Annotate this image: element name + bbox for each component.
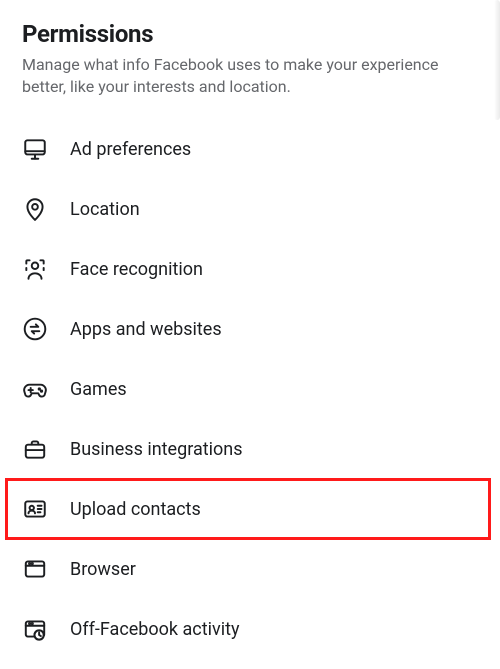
- gamepad-icon: [22, 376, 70, 402]
- scroll-edge-hint: [494, 0, 500, 120]
- item-label: Ad preferences: [70, 139, 191, 160]
- item-upload-contacts[interactable]: Upload contacts: [6, 479, 490, 539]
- item-off-facebook-activity[interactable]: Off-Facebook activity: [22, 599, 478, 659]
- briefcase-icon: [22, 436, 70, 462]
- item-games[interactable]: Games: [22, 359, 478, 419]
- item-browser[interactable]: Browser: [22, 539, 478, 599]
- face-recognition-icon: [22, 256, 70, 282]
- page-title: Permissions: [22, 20, 478, 48]
- item-face-recognition[interactable]: Face recognition: [22, 239, 478, 299]
- location-pin-icon: [22, 196, 70, 222]
- item-label: Location: [70, 199, 140, 220]
- item-label: Business integrations: [70, 439, 243, 460]
- item-label: Games: [70, 379, 127, 400]
- item-apps-websites[interactable]: Apps and websites: [22, 299, 478, 359]
- activity-clock-icon: [22, 616, 70, 642]
- monitor-icon: [22, 136, 70, 162]
- browser-window-icon: [22, 556, 70, 582]
- contact-card-icon: [22, 496, 70, 522]
- swap-circle-icon: [22, 316, 70, 342]
- item-label: Apps and websites: [70, 319, 222, 340]
- item-ad-preferences[interactable]: Ad preferences: [22, 119, 478, 179]
- item-label: Browser: [70, 559, 136, 580]
- item-label: Face recognition: [70, 259, 203, 280]
- page-subtitle: Manage what info Facebook uses to make y…: [22, 54, 462, 97]
- item-location[interactable]: Location: [22, 179, 478, 239]
- permissions-list: Ad preferences Location: [22, 119, 478, 659]
- item-label: Upload contacts: [70, 499, 201, 520]
- item-label: Off-Facebook activity: [70, 619, 240, 640]
- permissions-page: Permissions Manage what info Facebook us…: [0, 0, 500, 669]
- item-business-integrations[interactable]: Business integrations: [22, 419, 478, 479]
